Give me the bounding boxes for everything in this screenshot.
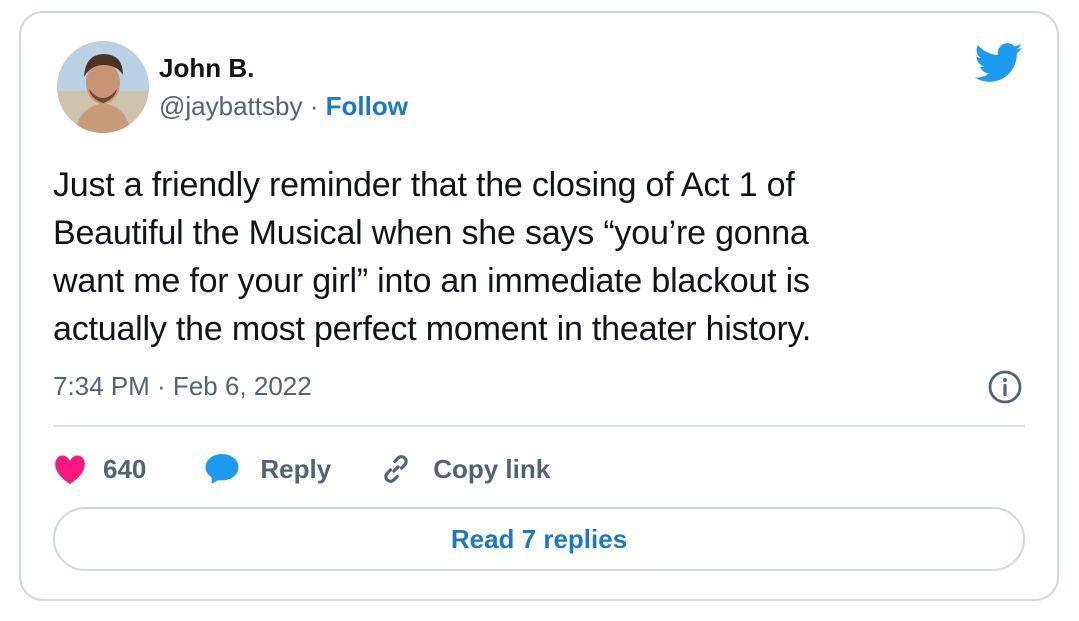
copy-link-label: Copy link	[433, 453, 551, 484]
copy-link-button[interactable]: Copy link	[379, 452, 550, 486]
speech-bubble-icon	[205, 454, 239, 484]
like-count: 640	[103, 453, 147, 484]
action-bar: 640 Reply Copy link	[53, 449, 550, 489]
tweet-line: Beautiful the Musical when she says “you…	[53, 214, 809, 252]
like-button[interactable]: 640	[53, 453, 204, 485]
author-name[interactable]: John B.	[159, 53, 254, 84]
follow-link[interactable]: Follow	[326, 91, 408, 121]
tweet-line: Just a friendly reminder that the closin…	[53, 166, 795, 204]
heart-icon	[55, 455, 85, 485]
author-handle-row: @jaybattsby · Follow	[159, 91, 408, 122]
avatar[interactable]	[57, 41, 149, 133]
separator-dot: ·	[309, 91, 319, 121]
tweet-text: Just a friendly reminder that the closin…	[53, 161, 1013, 353]
tweet-line: actually the most perfect moment in thea…	[53, 310, 812, 348]
reply-label: Reply	[260, 453, 332, 484]
tweet-card: John B. @jaybattsby · Follow Just a frie…	[19, 11, 1059, 601]
twitter-bird-icon[interactable]	[975, 43, 1023, 83]
tweet-line: want me for your girl” into an immediate…	[53, 262, 810, 300]
info-icon[interactable]	[987, 369, 1023, 405]
divider	[53, 425, 1025, 427]
reply-button[interactable]: Reply	[204, 452, 379, 486]
avatar-photo	[57, 41, 149, 133]
read-replies-button[interactable]: Read 7 replies	[53, 507, 1025, 571]
tweet-timestamp[interactable]: 7:34 PM · Feb 6, 2022	[53, 371, 312, 402]
link-icon	[384, 455, 408, 483]
author-handle[interactable]: @jaybattsby	[159, 91, 302, 121]
